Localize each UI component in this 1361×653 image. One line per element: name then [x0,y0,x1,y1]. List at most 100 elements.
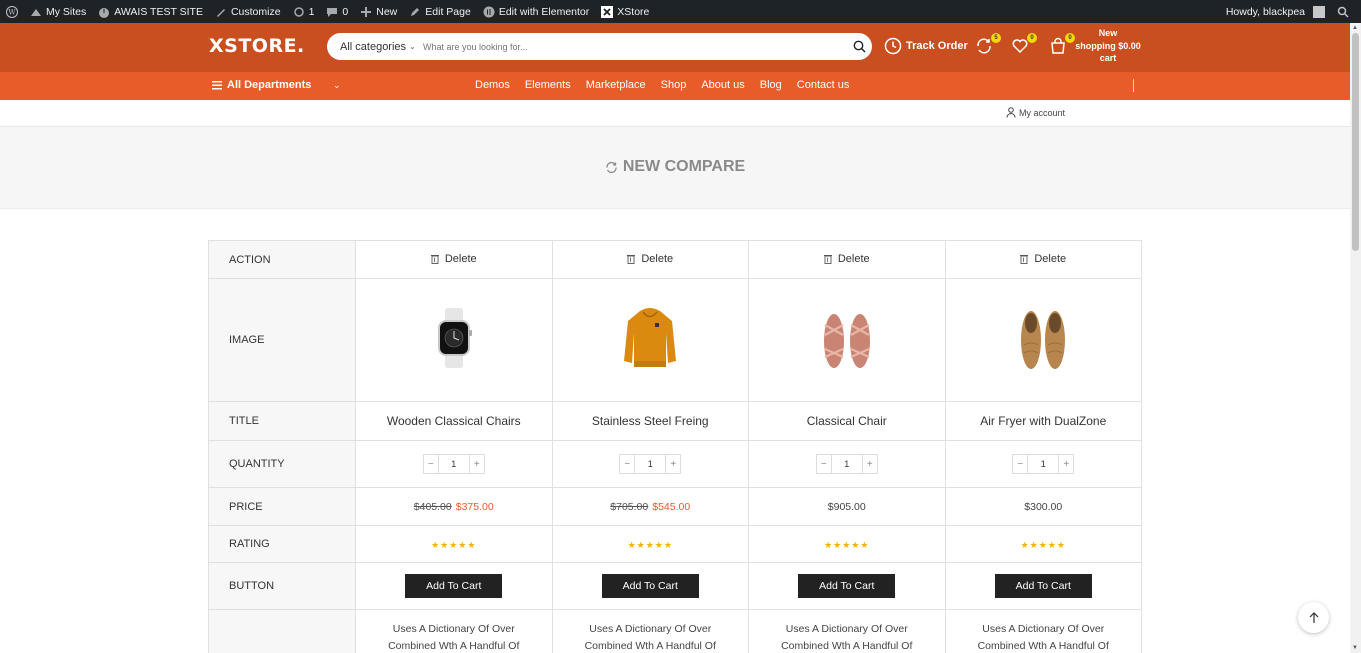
product-title[interactable]: Classical Chair [748,401,946,441]
delete-button[interactable]: Delete [1020,253,1066,265]
search-icon [853,40,866,53]
add-to-cart-button[interactable]: Add To Cart [601,574,699,598]
my-account-link[interactable]: My account [1006,107,1065,118]
updates-link[interactable]: 1 [287,0,321,23]
admin-search-button[interactable] [1331,0,1361,23]
rating-cell: ★★★★★ [355,525,553,563]
compare-count-badge: 5 [991,33,1001,43]
description-line: Uses A Dictionary Of Over [785,623,908,635]
delete-button[interactable]: Delete [823,252,870,265]
scrollbar-thumb[interactable] [1352,33,1359,251]
edit-page-link[interactable]: Edit Page [403,0,477,23]
add-to-cart-button[interactable]: Add To Cart [405,574,503,598]
product-title[interactable]: Air Fryer with DualZone [944,401,1142,441]
row-label-price: PRICE [208,487,356,526]
add-to-cart-button[interactable]: Add To Cart [798,574,896,598]
trash-icon [627,254,636,264]
page-scrollbar[interactable]: ▲ ▼ [1350,23,1361,653]
compare-button[interactable]: 5 [975,33,1001,57]
delete-button[interactable]: Delete [430,253,477,265]
cart-line-3: cart [1099,53,1117,63]
wordpress-logo-icon[interactable]: W [0,0,24,23]
compare-icon [606,161,617,173]
nav-divider [1133,79,1134,92]
user-icon [1006,107,1016,118]
delete-cell: Delete [551,240,749,279]
new-label: New [376,5,398,18]
price-cell: $405.00 $375.00 [355,487,553,526]
comments-link[interactable]: 0 [320,0,354,23]
my-sites-menu[interactable]: My Sites [24,0,92,23]
xstore-menu[interactable]: XStore [595,0,655,23]
nav-item-blog[interactable]: Blog [760,79,782,91]
site-logo[interactable]: XSTORE. [209,35,305,57]
cart-button[interactable]: 0 [1049,33,1075,57]
new-content-menu[interactable]: New [354,0,403,23]
price: $300.00 [1024,500,1063,513]
scroll-down-arrow-icon[interactable]: ▼ [1352,645,1358,651]
user-account-menu[interactable]: Howdy, blackpea [1220,0,1331,23]
back-to-top-button[interactable] [1298,602,1329,633]
edit-elementor-link[interactable]: Edit with Elementor [477,0,595,23]
nav-item-demos[interactable]: Demos [475,79,510,91]
scroll-up-arrow-icon[interactable]: ▲ [1352,25,1358,31]
table-row-quantity: QUANTITY −1 + −1 + −1 + −1 + [208,440,1142,488]
all-departments-menu[interactable]: All Departments [212,79,311,91]
table-row-image: IMAGE [208,278,1142,402]
delete-label: Delete [837,252,870,265]
quantity-increase-button[interactable]: + [863,455,877,473]
table-row-price: PRICE $405.00 $375.00 $705.00 $545.00 $905… [208,487,1142,526]
pencil-icon [411,7,420,16]
quantity-increase-button[interactable]: + [1059,455,1073,473]
product-title[interactable]: Stainless Steel Freing [551,401,749,441]
nav-item-elements[interactable]: Elements [525,79,571,91]
brush-icon [216,8,225,17]
add-to-cart-button[interactable]: Add To Cart [994,574,1092,598]
wishlist-button[interactable]: 0 [1011,33,1037,57]
search-input[interactable] [423,36,846,57]
search-bar: All categories ⌄ [327,33,872,60]
quantity-input[interactable]: 1 [1027,455,1060,474]
delete-button[interactable]: Delete [627,253,673,265]
quantity-decrease-button[interactable]: − [620,455,634,473]
tan-loafers-image[interactable] [1015,305,1071,371]
quantity-input[interactable]: 1 [634,455,667,474]
main-navigation: All Departments ⌄ Demos Elements Marketp… [0,72,1350,100]
cart-summary[interactable]: New shopping $0.00 cart [1074,27,1142,65]
page-title-text: NEW COMPARE [622,158,746,175]
quantity-increase-button[interactable]: + [470,455,484,473]
product-title[interactable]: Wooden Classical Chairs [355,401,553,441]
refresh-icon [293,6,304,17]
orange-hoodie-image[interactable] [622,305,678,371]
quantity-input[interactable]: 1 [830,455,863,474]
category-select[interactable]: All categories ⌄ [327,41,423,53]
track-order-link[interactable]: Track Order [884,37,968,55]
star-rating: ★★★★★ [824,540,870,550]
compare-table: ACTION Delete Delete Delete Delete IMAGE [208,240,1142,653]
nav-item-about-us[interactable]: About us [701,79,744,91]
quantity-input[interactable]: 1 [437,455,470,474]
delete-cell: Delete [748,240,946,279]
quantity-decrease-button[interactable]: − [817,455,831,473]
nav-item-contact-us[interactable]: Contact us [797,79,850,91]
row-label-description [208,609,356,653]
track-order-label: Track Order [906,40,968,52]
site-name-menu[interactable]: AWAIS TEST SITE [92,0,209,23]
nav-item-shop[interactable]: Shop [661,79,687,91]
quantity-increase-button[interactable]: + [666,455,680,473]
product-image-cell [748,278,946,402]
smartwatch-image[interactable] [432,306,476,370]
comment-icon [327,7,338,17]
quantity-decrease-button[interactable]: − [1013,455,1027,473]
quantity-cell: −1 + [355,440,553,488]
description-cell: Uses A Dictionary Of Over Combined Wth A … [355,609,553,653]
nav-item-marketplace[interactable]: Marketplace [586,79,646,91]
hamburger-icon [212,80,222,89]
pink-sandals-image[interactable] [817,305,877,371]
row-label-button: BUTTON [208,562,356,610]
customize-link[interactable]: Customize [209,0,287,23]
avatar [1313,5,1325,18]
search-button[interactable] [846,40,872,53]
quantity-decrease-button[interactable]: − [424,455,438,473]
delete-label: Delete [641,252,674,265]
